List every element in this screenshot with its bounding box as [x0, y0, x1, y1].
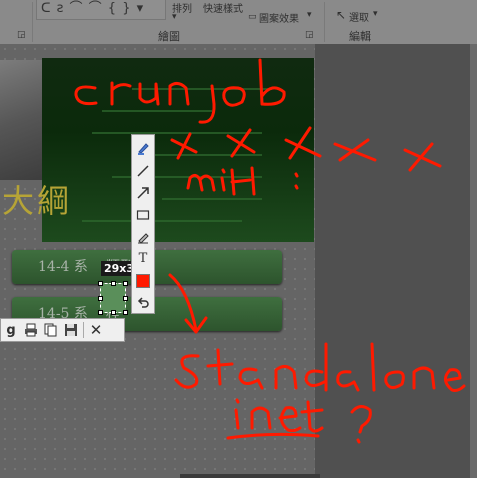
scrollbar[interactable]	[470, 44, 477, 478]
arrow-icon[interactable]	[132, 182, 154, 203]
save-icon[interactable]	[61, 319, 81, 341]
undo-icon[interactable]	[132, 292, 154, 313]
arrange-dropdown-icon[interactable]: ▾	[172, 12, 177, 22]
dialog-launcher-icon[interactable]: ◲	[17, 30, 26, 40]
color-picker[interactable]	[132, 270, 154, 291]
text-icon[interactable]: T	[132, 248, 154, 269]
ribbon-separator	[324, 2, 325, 42]
highlighter-icon[interactable]	[132, 137, 154, 158]
print-icon[interactable]	[21, 319, 41, 341]
group-label-editing: 編輯	[349, 30, 371, 43]
menu-button-label: 14-4 系	[38, 259, 88, 275]
right-panel	[315, 44, 477, 478]
slide-banner-image	[42, 58, 314, 242]
shape-effects-button[interactable]: 圖案效果	[259, 10, 299, 25]
share-icon[interactable]: g	[1, 319, 21, 341]
cursor-icon[interactable]: ↖	[336, 8, 346, 22]
dialog-launcher-icon[interactable]: ◲	[305, 30, 314, 40]
ribbon-separator	[32, 2, 33, 42]
ribbon: ᑕ ƨ ⌒ ⌒ { } ▾ 排列 ▾ 快速樣式 ▭ 圖案效果 ▾ ↖ 選取 ▾ …	[0, 0, 477, 44]
group-label-drawing: 繪圖	[158, 30, 180, 43]
annotation-toolbar: T	[131, 134, 155, 314]
slide-photo	[0, 60, 42, 180]
select-button[interactable]: 選取	[349, 9, 369, 24]
close-icon[interactable]: ✕	[86, 319, 106, 341]
capture-selection[interactable]	[98, 281, 128, 315]
status-strip	[180, 474, 320, 478]
quick-styles-button[interactable]: 快速樣式	[203, 0, 243, 15]
shape-effects-dropdown-icon[interactable]: ▾	[307, 10, 312, 20]
copy-icon[interactable]	[41, 319, 61, 341]
slide-title: 大綱	[2, 182, 73, 220]
color-swatch	[136, 273, 150, 288]
select-dropdown-icon[interactable]: ▾	[373, 9, 378, 19]
line-icon[interactable]	[132, 160, 154, 181]
pencil-icon[interactable]	[132, 226, 154, 247]
shapes-gallery[interactable]: ᑕ ƨ ⌒ ⌒ { } ▾	[36, 0, 166, 20]
toolbar-separator	[83, 322, 84, 338]
capture-action-bar: g ✕	[0, 318, 125, 342]
shape-effects-icon[interactable]: ▭	[248, 12, 257, 22]
rectangle-icon[interactable]	[132, 204, 154, 225]
